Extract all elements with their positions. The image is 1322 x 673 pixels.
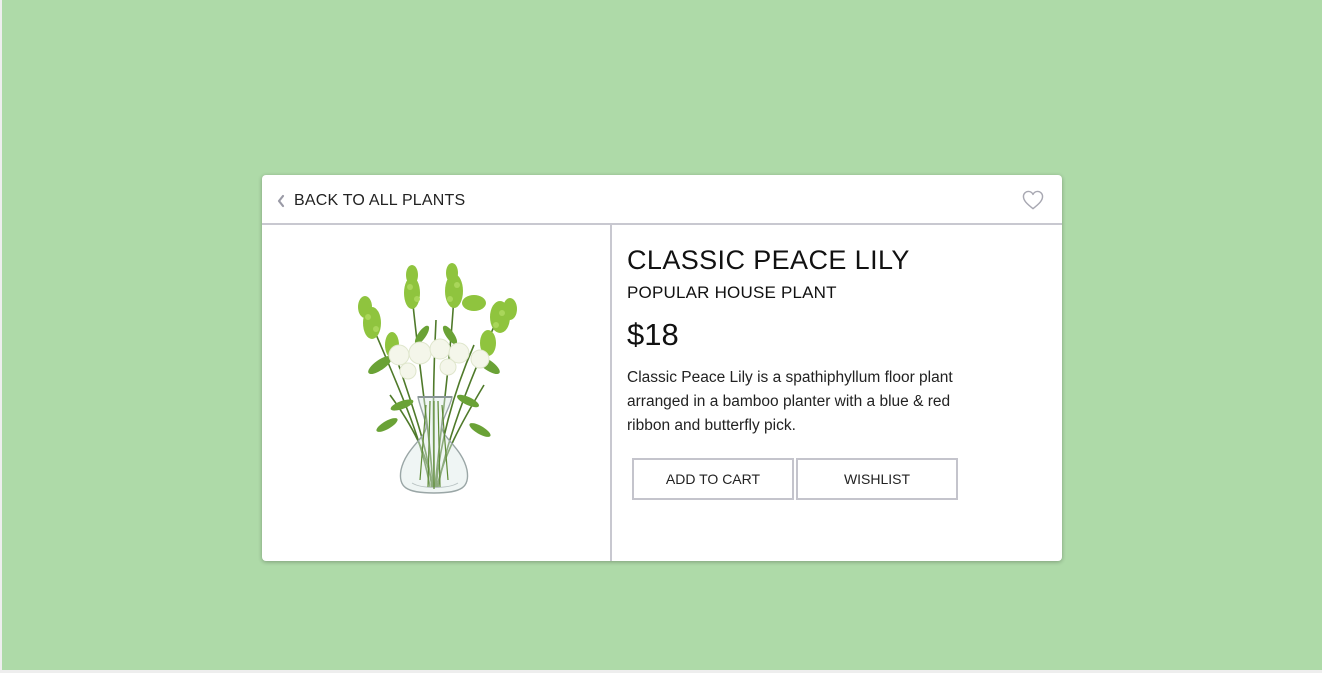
product-description: Classic Peace Lily is a spathiphyllum fl… bbox=[627, 369, 953, 434]
flower-vase-image bbox=[358, 263, 517, 494]
page-background: BACK TO ALL PLANTS CLASSIC PEACE LILY PO… bbox=[2, 0, 1322, 670]
product-info-pane: CLASSIC PEACE LILY POPULAR HOUSE PLANT $… bbox=[627, 225, 1047, 561]
product-price: $18 bbox=[627, 317, 679, 352]
chevron-left-icon bbox=[277, 194, 285, 208]
product-category: POPULAR HOUSE PLANT bbox=[627, 283, 837, 302]
wishlist-button[interactable]: WISHLIST bbox=[796, 458, 958, 500]
product-image-pane bbox=[262, 225, 612, 561]
product-card: BACK TO ALL PLANTS CLASSIC PEACE LILY PO… bbox=[262, 175, 1062, 561]
back-link-label: BACK TO ALL PLANTS bbox=[294, 192, 466, 209]
heart-icon[interactable] bbox=[1022, 190, 1044, 210]
back-to-all-plants-link[interactable]: BACK TO ALL PLANTS bbox=[276, 191, 465, 211]
card-header: BACK TO ALL PLANTS bbox=[262, 175, 1062, 225]
product-title: CLASSIC PEACE LILY bbox=[627, 245, 910, 275]
add-to-cart-button[interactable]: ADD TO CART bbox=[632, 458, 794, 500]
